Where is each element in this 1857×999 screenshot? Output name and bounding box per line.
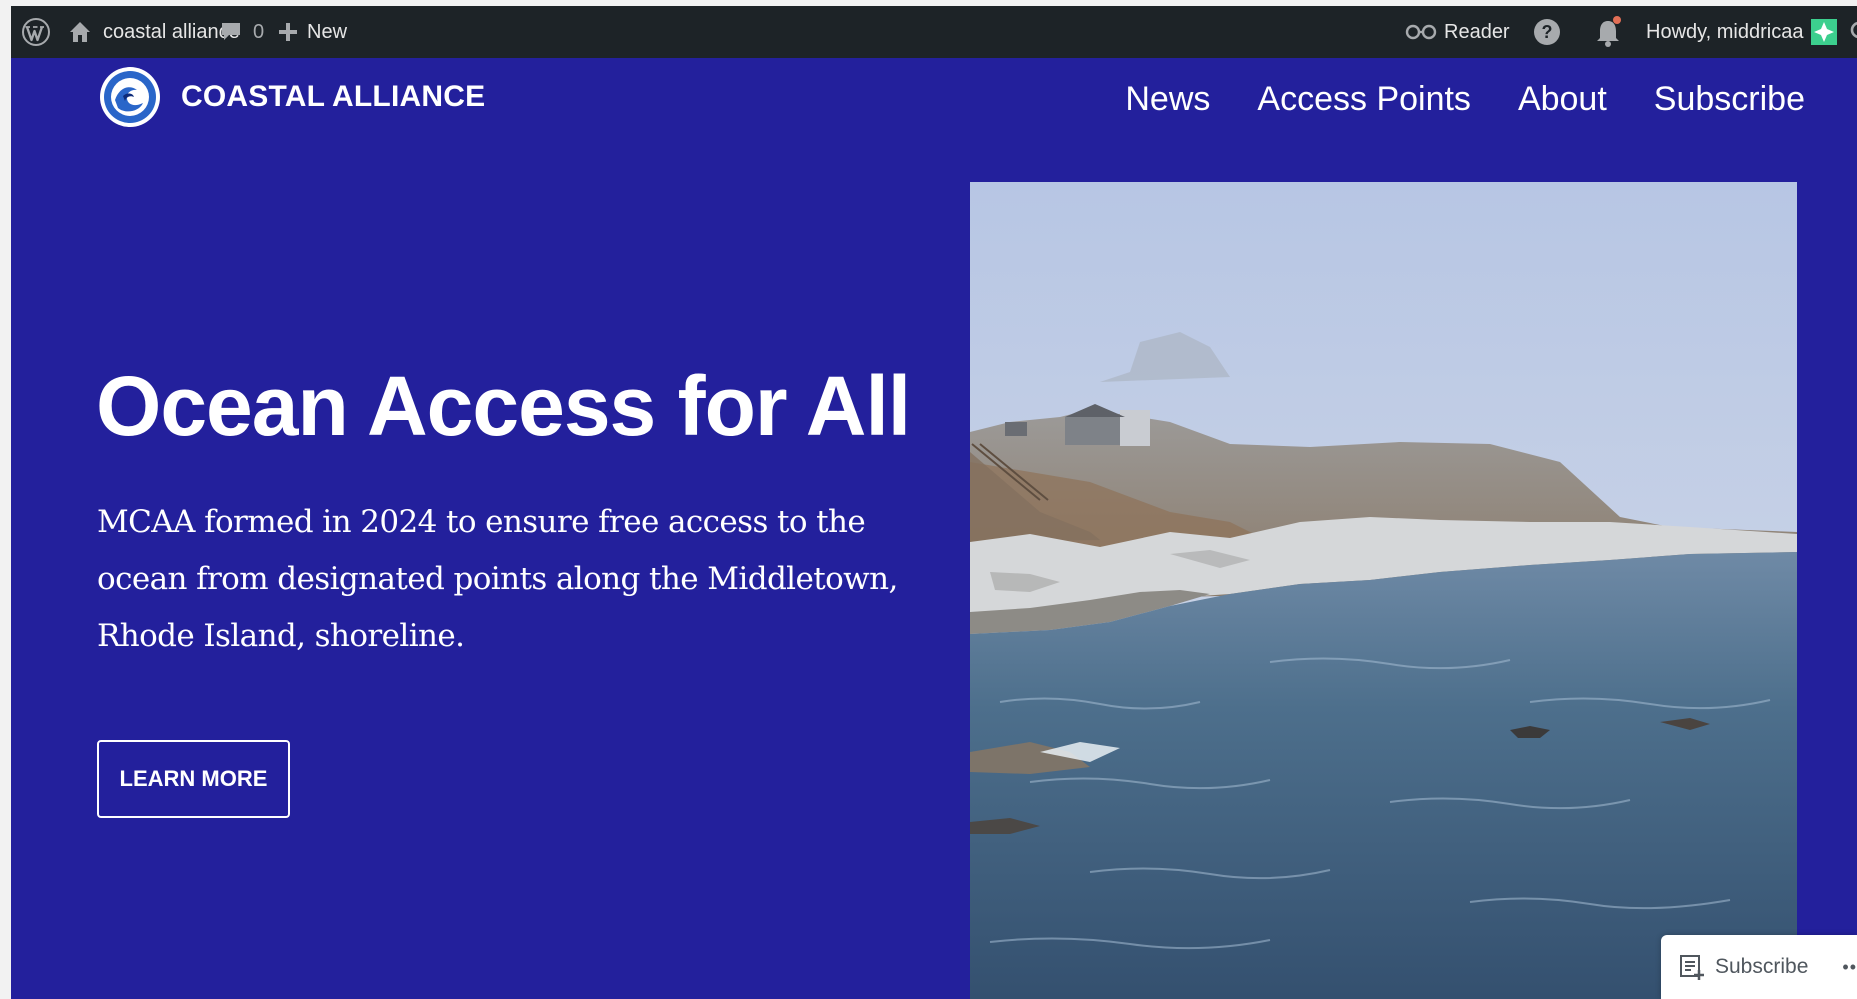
comments-count: 0 <box>253 20 265 43</box>
new-label: New <box>307 20 348 43</box>
site-title[interactable]: COASTAL ALLIANCE <box>181 80 485 114</box>
page-frame: coastal alliance 0 New Reader ? Howdy, m… <box>0 0 1857 999</box>
site-branding[interactable]: COASTAL ALLIANCE <box>99 66 485 128</box>
new-content-menu[interactable]: New <box>277 6 347 58</box>
window-edge-left <box>0 0 11 999</box>
subscribe-popup-button[interactable]: Subscribe <box>1679 954 1808 980</box>
notifications-button[interactable] <box>1594 6 1624 58</box>
site-menu[interactable]: coastal alliance <box>67 6 240 58</box>
learn-more-button[interactable]: LEARN MORE <box>97 740 290 818</box>
greeting: Howdy, middricaa <box>1646 20 1804 43</box>
plus-icon <box>279 23 297 41</box>
hero-title: Ocean Access for All <box>96 359 911 453</box>
subscribe-popup-label: Subscribe <box>1715 955 1809 978</box>
nav-item-access-points[interactable]: Access Points <box>1257 80 1471 119</box>
subscribe-popup: Subscribe ••• <box>1661 935 1857 999</box>
reader-label: Reader <box>1444 20 1510 43</box>
search-button[interactable] <box>1847 6 1857 58</box>
svg-text:?: ? <box>1542 22 1553 42</box>
comments-menu[interactable]: 0 <box>219 6 264 58</box>
reader-glasses-icon <box>1405 24 1437 40</box>
hero-description: MCAA formed in 2024 to ensure free acces… <box>97 504 898 654</box>
avatar-icon <box>1811 19 1838 45</box>
more-icon[interactable]: ••• <box>1842 957 1857 978</box>
help-button[interactable]: ? <box>1533 6 1561 58</box>
nav-item-subscribe[interactable]: Subscribe <box>1654 80 1805 119</box>
wordpress-icon <box>22 18 50 46</box>
main-navigation: News Access Points About Subscribe <box>1078 80 1805 119</box>
site-content: COASTAL ALLIANCE News Access Points Abou… <box>11 58 1857 999</box>
nav-item-about[interactable]: About <box>1518 80 1607 119</box>
coastal-alliance-logo <box>100 67 160 127</box>
help-icon: ? <box>1534 19 1560 45</box>
account-menu[interactable]: Howdy, middricaa <box>1646 6 1838 58</box>
wordpress-menu[interactable] <box>21 6 51 58</box>
comment-icon <box>222 23 240 40</box>
subscribe-icon <box>1680 955 1704 980</box>
reader-link[interactable]: Reader <box>1404 6 1510 58</box>
nav-item-news[interactable]: News <box>1125 80 1210 119</box>
admin-bar: coastal alliance 0 New Reader ? Howdy, m… <box>11 6 1857 58</box>
hero-shoreline-photo <box>970 182 1797 999</box>
search-icon <box>1850 21 1857 39</box>
bell-icon <box>1597 16 1621 47</box>
home-icon <box>70 22 90 42</box>
